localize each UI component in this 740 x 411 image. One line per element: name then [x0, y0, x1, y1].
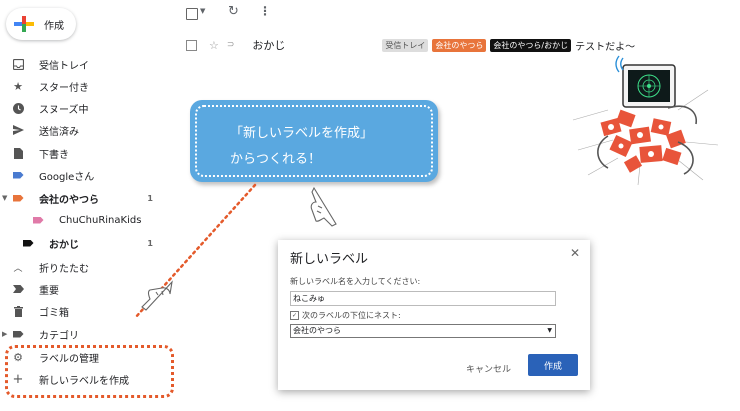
close-icon[interactable]: ✕ — [570, 246, 580, 260]
dialog-title: 新しいラベル — [290, 252, 369, 267]
parent-label-value: 会社のやつら — [293, 326, 341, 335]
nest-option[interactable]: ✓ 次のラベルの下位にネスト: — [290, 310, 401, 321]
label-name-input[interactable]: ねこみゅ — [290, 291, 556, 306]
pointing-hand-icon — [310, 186, 337, 227]
new-label-dialog: 新しいラベル ✕ 新しいラベル名を入力してください: ねこみゅ ✓ 次のラベルの… — [278, 240, 590, 390]
caret-down-icon: ▼ — [547, 327, 552, 334]
pointing-hand-icon — [141, 280, 173, 311]
nest-checkbox[interactable]: ✓ — [290, 311, 299, 320]
parent-label-select[interactable]: 会社のやつら ▼ — [290, 324, 556, 338]
label-name-prompt: 新しいラベル名を入力してください: — [290, 277, 421, 286]
nest-label: 次のラベルの下位にネスト: — [302, 311, 401, 320]
create-button[interactable]: 作成 — [528, 354, 578, 376]
cancel-button[interactable]: キャンセル — [466, 362, 511, 375]
